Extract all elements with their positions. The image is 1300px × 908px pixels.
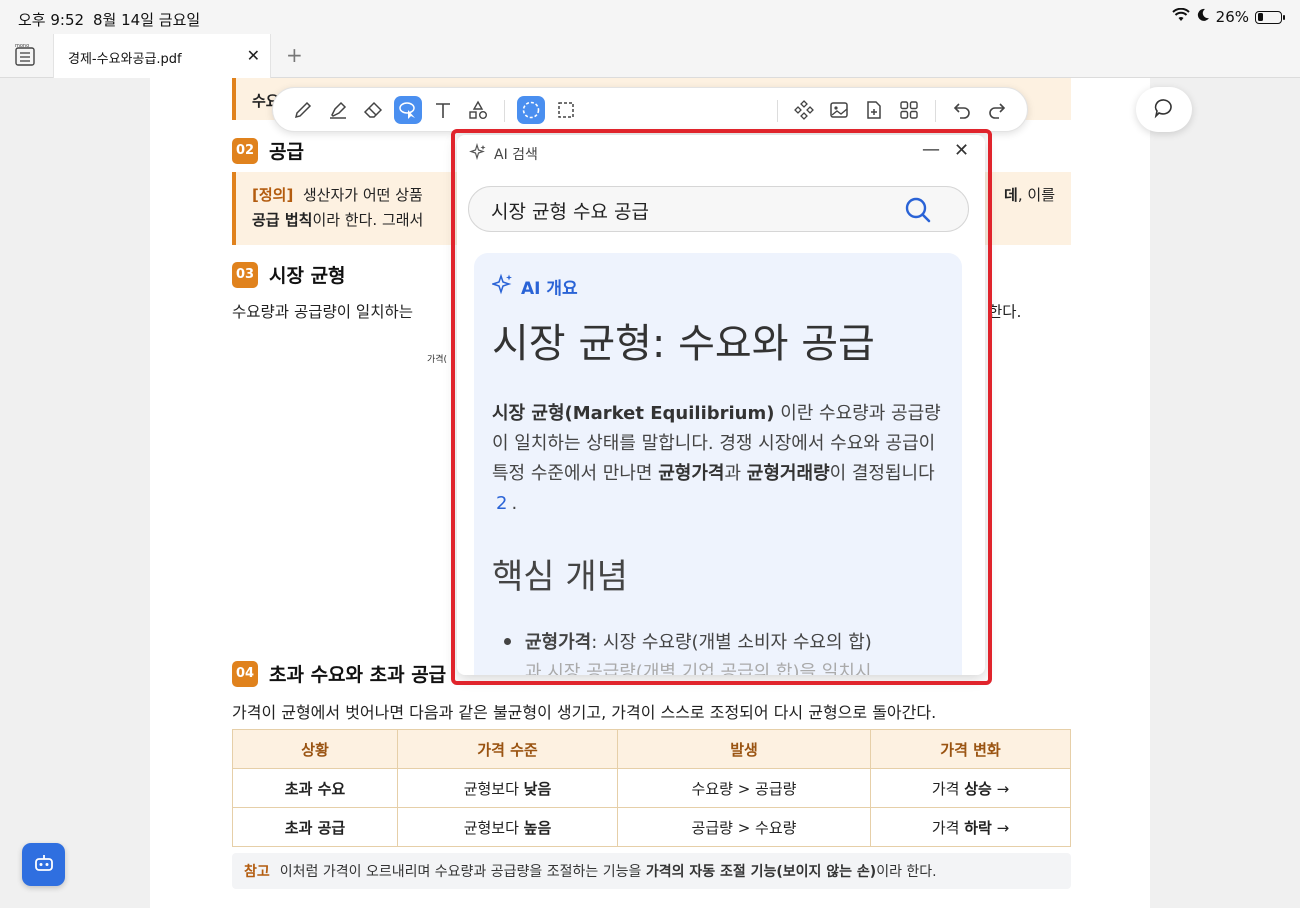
- notebook-icon[interactable]: mono: [12, 42, 40, 70]
- text-icon[interactable]: [429, 96, 457, 124]
- section-03-text: 수요량과 공급량이 일치하는: [232, 303, 413, 321]
- selection-highlight-frame: [451, 129, 992, 685]
- table-cell: 균형보다 높음: [397, 807, 618, 847]
- lasso-area-icon[interactable]: [517, 96, 545, 124]
- table-cell: 가격 상승 →: [870, 768, 1071, 808]
- undo-icon[interactable]: [948, 96, 976, 124]
- section-number: 03: [232, 261, 258, 288]
- comment-button[interactable]: [1136, 87, 1192, 132]
- tab-label: 경제-수요와공급.pdf: [68, 52, 182, 67]
- section-number: 02: [232, 137, 258, 164]
- definition-text-2: 이라 한다. 그래서: [312, 211, 424, 229]
- table-header: 상황: [232, 729, 398, 769]
- equilibrium-table: 상황 가격 수준 발생 가격 변화 초과 수요 균형보다 낮음 수요량 > 공급…: [232, 729, 1071, 847]
- table-cell: 초과 수요: [232, 768, 398, 808]
- table-header: 발생: [617, 729, 871, 769]
- chart-axis-label: 가격(: [427, 355, 448, 365]
- definition-text: 생산자가 어떤 상품: [302, 186, 423, 204]
- section-title: 공급: [269, 141, 304, 163]
- battery-icon: [1255, 10, 1285, 24]
- note-tail: 이라 한다.: [876, 864, 937, 880]
- add-page-icon[interactable]: [860, 96, 888, 124]
- note-bold: 가격의 자동 조절 기능(보이지 않는 손): [645, 864, 877, 880]
- table-header-row: 상황 가격 수준 발생 가격 변화: [232, 729, 1071, 769]
- pen-icon[interactable]: [289, 96, 317, 124]
- definition-bold: 공급 법칙: [252, 211, 313, 229]
- tab-close-icon[interactable]: ✕: [247, 46, 260, 65]
- table-header: 가격 수준: [397, 729, 618, 769]
- tab-document[interactable]: 경제-수요와공급.pdf ✕: [53, 34, 271, 78]
- image-icon[interactable]: [825, 96, 853, 124]
- table-cell: 초과 공급: [232, 807, 398, 847]
- status-bar: 오후 9:52 8월 14일 금요일 26%: [0, 0, 1300, 34]
- toolbar-divider: [504, 100, 505, 122]
- svg-text:mono: mono: [15, 43, 29, 49]
- table-cell: 공급량 > 수요량: [617, 807, 871, 847]
- highlighter-icon[interactable]: [324, 96, 352, 124]
- add-tab-button[interactable]: +: [286, 43, 303, 67]
- section-02-heading: 02 공급: [232, 137, 304, 164]
- section-title: 초과 수요와 초과 공급: [269, 664, 447, 686]
- rect-select-icon[interactable]: [552, 96, 580, 124]
- lasso-select-icon[interactable]: [394, 96, 422, 124]
- ai-assistant-button[interactable]: [22, 843, 65, 886]
- table-cell: 가격 하락 →: [870, 807, 1071, 847]
- status-time: 오후 9:52: [18, 11, 85, 29]
- section-03-heading: 03 시장 균형: [232, 261, 346, 288]
- wifi-icon: [1171, 7, 1190, 26]
- note-box: 참고 이처럼 가격이 오르내리며 수요량과 공급량을 조절하는 기능을 가격의 …: [232, 853, 1071, 889]
- section-title: 시장 균형: [269, 265, 346, 287]
- section-03-text-tail: 한다.: [988, 303, 1022, 321]
- redo-icon[interactable]: [983, 96, 1011, 124]
- robot-icon: [32, 851, 56, 879]
- shapes-icon[interactable]: [464, 96, 492, 124]
- section-number: 04: [232, 660, 258, 687]
- section-04-heading: 04 초과 수요와 초과 공급: [232, 660, 446, 687]
- definition-tail: , 이를: [1017, 186, 1055, 204]
- comment-icon: [1152, 96, 1176, 124]
- table-header: 가격 변화: [870, 729, 1071, 769]
- moon-icon: [1196, 8, 1210, 26]
- table-row: 초과 수요 균형보다 낮음 수요량 > 공급량 가격 상승 →: [232, 768, 1071, 808]
- status-date: 8월 14일 금요일: [93, 11, 201, 29]
- table-cell: 균형보다 낮음: [397, 768, 618, 808]
- annotation-toolbar: [272, 87, 1028, 132]
- definition-tag: [정의]: [252, 186, 294, 204]
- note-tag: 참고: [244, 864, 270, 880]
- toolbar-divider: [935, 100, 936, 122]
- eraser-icon[interactable]: [359, 96, 387, 124]
- grid-icon[interactable]: [895, 96, 923, 124]
- section-04-text: 가격이 균형에서 벗어나면 다음과 같은 불균형이 생기고, 가격이 스스로 조…: [232, 703, 937, 722]
- battery-percent: 26%: [1215, 8, 1249, 26]
- table-cell: 수요량 > 공급량: [617, 768, 871, 808]
- table-row: 초과 공급 균형보다 높음 공급량 > 수요량 가격 하락 →: [232, 807, 1071, 847]
- components-icon[interactable]: [790, 96, 818, 124]
- tab-bar: mono 경제-수요와공급.pdf ✕ +: [0, 34, 1300, 78]
- definition-bold-tail: 데: [1004, 186, 1018, 204]
- note-text: 이처럼 가격이 오르내리며 수요량과 공급량을 조절하는 기능을: [279, 864, 642, 880]
- toolbar-divider: [777, 100, 778, 122]
